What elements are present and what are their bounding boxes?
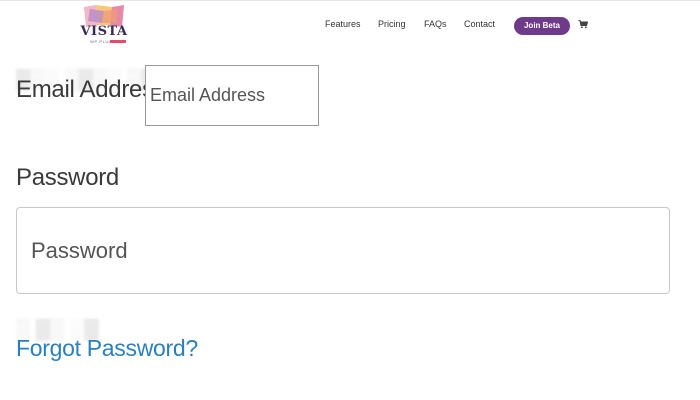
nav-link-faqs[interactable]: FAQs [424, 19, 447, 29]
password-field[interactable] [16, 207, 670, 294]
email-label: Email Address [16, 76, 166, 103]
logo-wordmark: VISTA [80, 24, 128, 39]
logo-accent-bar [110, 40, 126, 43]
login-page: VISTA WP PLUGIN Features Pricing FAQs Co… [0, 0, 700, 400]
vista-logo[interactable]: VISTA WP PLUGIN [80, 5, 128, 45]
join-beta-button[interactable]: Join Beta [514, 17, 570, 35]
site-header: VISTA WP PLUGIN Features Pricing FAQs Co… [0, 0, 700, 48]
email-field[interactable] [145, 65, 319, 126]
shopping-cart-icon[interactable] [578, 19, 588, 29]
nav-link-features[interactable]: Features [325, 19, 361, 29]
password-label: Password [16, 164, 119, 191]
nav-link-pricing[interactable]: Pricing [378, 19, 406, 29]
nav-link-contact[interactable]: Contact [464, 19, 495, 29]
forgot-password-link[interactable]: Forgot Password? [16, 335, 198, 362]
